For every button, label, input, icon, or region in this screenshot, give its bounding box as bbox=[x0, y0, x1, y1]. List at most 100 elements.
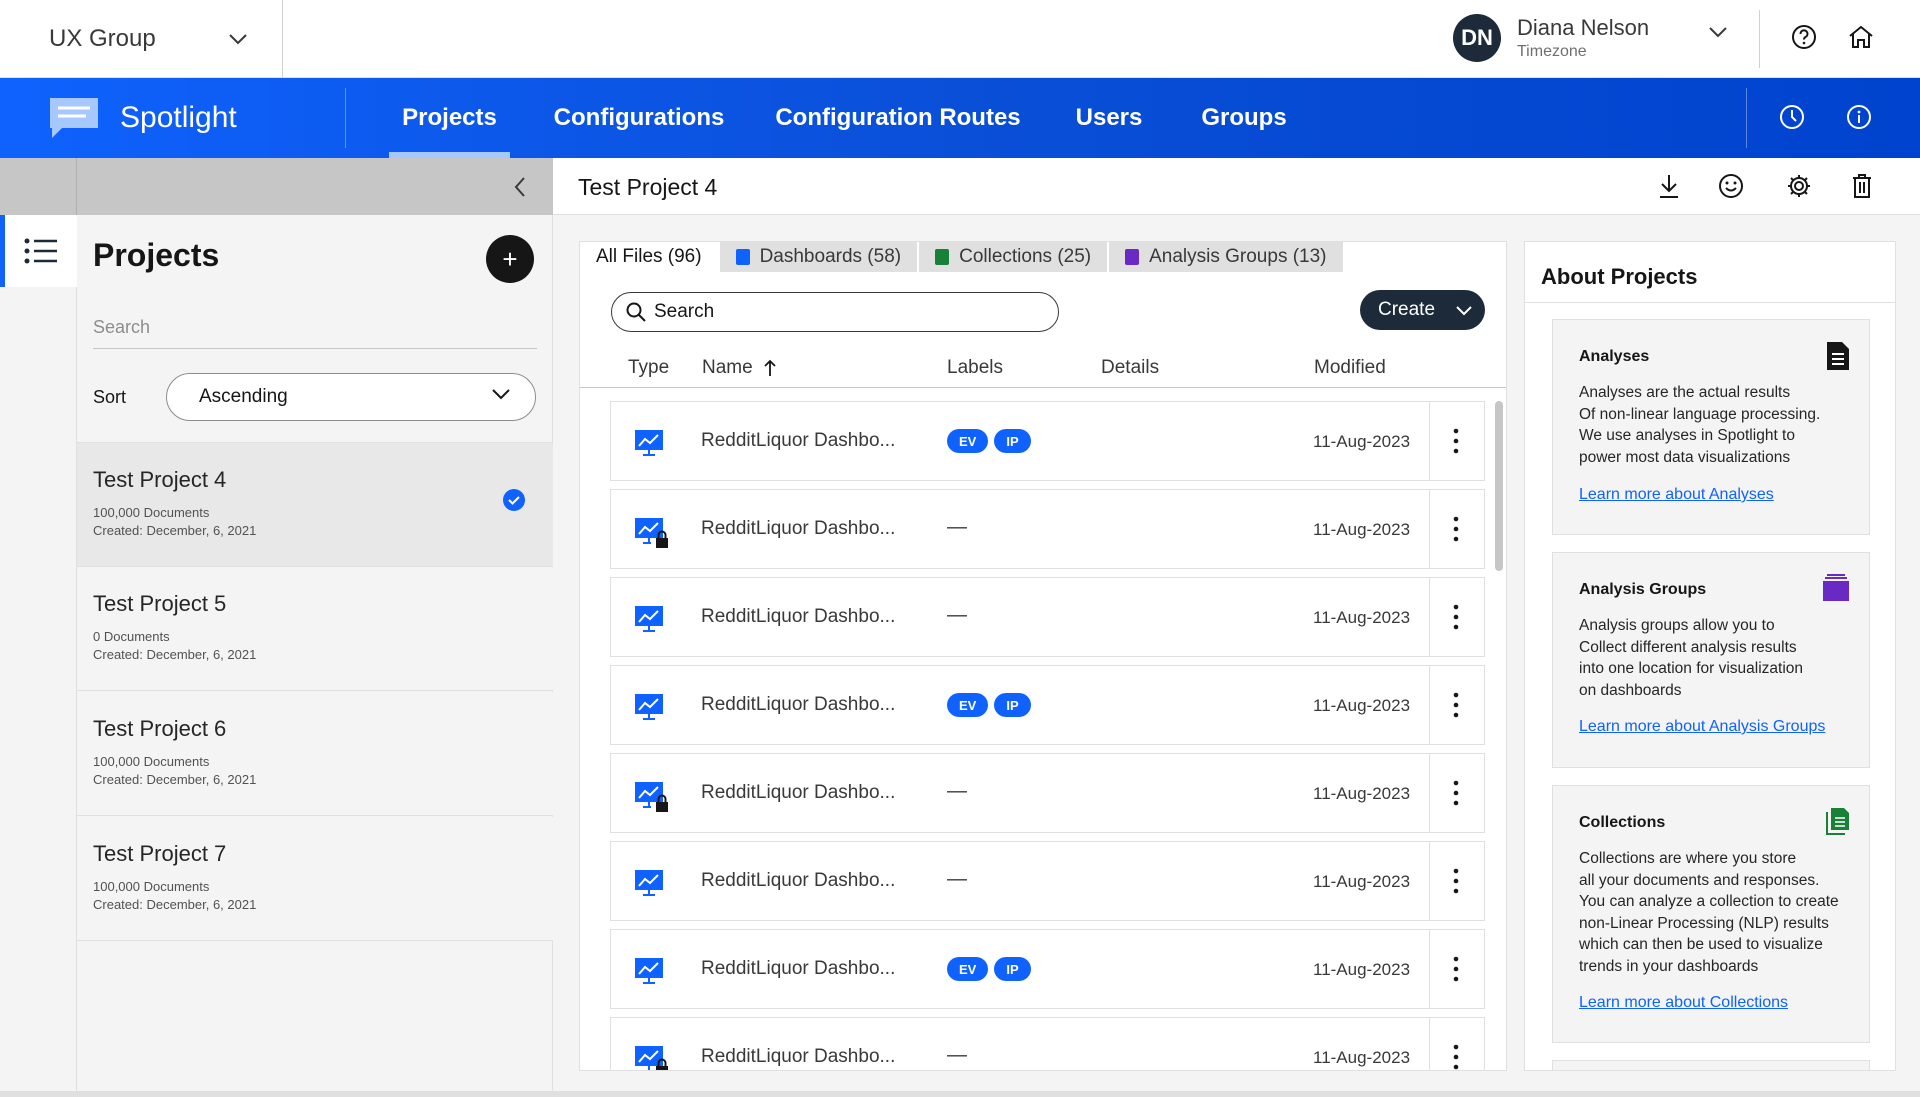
download-icon[interactable] bbox=[1657, 173, 1681, 199]
smiley-icon[interactable] bbox=[1718, 173, 1744, 199]
project-item[interactable]: Test Project 4 100,000 Documents Created… bbox=[77, 443, 553, 567]
learn-more-link[interactable]: Learn more about Analyses bbox=[1579, 486, 1774, 504]
modified-date: 11-Aug-2023 bbox=[1313, 608, 1411, 627]
row-menu[interactable] bbox=[1429, 930, 1484, 1008]
list-icon bbox=[24, 238, 57, 264]
row-menu[interactable] bbox=[1429, 578, 1484, 656]
overflow-menu-icon bbox=[1453, 780, 1459, 806]
row-menu[interactable] bbox=[1429, 666, 1484, 744]
chevron-left-icon[interactable] bbox=[513, 175, 527, 199]
overflow-menu-icon bbox=[1453, 516, 1459, 542]
row-menu[interactable] bbox=[1429, 402, 1484, 480]
chevron-down-icon bbox=[229, 33, 247, 44]
collection-icon bbox=[1826, 808, 1849, 835]
file-name: RedditLiquor Dashbo... bbox=[701, 958, 896, 979]
tab-collections[interactable]: Collections (25) bbox=[919, 242, 1110, 272]
project-item[interactable]: Test Project 6 100,000 Documents Created… bbox=[77, 692, 553, 816]
compass-icon[interactable] bbox=[1779, 104, 1805, 130]
chevron-down-icon[interactable] bbox=[1708, 26, 1728, 38]
file-name: RedditLiquor Dashbo... bbox=[701, 518, 896, 539]
top-bar: UX Group DN Diana Nelson Timezone bbox=[0, 0, 1920, 78]
sort-value: Ascending bbox=[199, 386, 288, 407]
table-row[interactable]: RedditLiquor Dashbo... — 11-Aug-2023 bbox=[610, 841, 1485, 921]
sort-select[interactable]: Ascending bbox=[166, 373, 536, 421]
overflow-menu-icon bbox=[1453, 956, 1459, 982]
tab-groups[interactable]: Groups bbox=[1194, 78, 1294, 158]
org-name: UX Group bbox=[49, 24, 156, 52]
info-card-collections: Collections Collections are where you st… bbox=[1552, 785, 1870, 1043]
collection-icon bbox=[935, 249, 950, 265]
brand[interactable]: Spotlight bbox=[46, 78, 237, 158]
label-pill[interactable]: EV bbox=[947, 693, 989, 717]
row-menu[interactable] bbox=[1429, 754, 1484, 832]
tab-analysis-groups[interactable]: Analysis Groups (13) bbox=[1109, 242, 1345, 272]
search-icon bbox=[626, 302, 646, 322]
dashboard-icon bbox=[635, 694, 663, 720]
info-icon[interactable] bbox=[1846, 104, 1872, 130]
help-icon[interactable] bbox=[1791, 24, 1817, 50]
table-row[interactable]: RedditLiquor Dashbo... — 11-Aug-2023 bbox=[610, 1017, 1485, 1070]
tab-configuration-routes[interactable]: Configuration Routes bbox=[770, 78, 1026, 158]
gear-icon[interactable] bbox=[1786, 173, 1812, 199]
main-nav: Spotlight Projects Configurations Config… bbox=[0, 78, 1920, 158]
spotlight-logo-icon bbox=[50, 98, 98, 138]
table-row[interactable]: RedditLiquor Dashbo... EV IP 11-Aug-2023 bbox=[610, 401, 1485, 481]
table-row[interactable]: RedditLiquor Dashbo... — 11-Aug-2023 bbox=[610, 577, 1485, 657]
tab-dashboards[interactable]: Dashboards (58) bbox=[719, 242, 920, 272]
table-row[interactable]: RedditLiquor Dashbo... — 11-Aug-2023 bbox=[610, 489, 1485, 569]
label-pill[interactable]: IP bbox=[994, 429, 1031, 453]
overflow-menu-icon bbox=[1453, 604, 1459, 630]
file-search-input[interactable]: Search bbox=[611, 292, 1059, 332]
labels: EV IP bbox=[947, 693, 1031, 717]
table-row[interactable]: RedditLiquor Dashbo... — 11-Aug-2023 bbox=[610, 753, 1485, 833]
home-icon[interactable] bbox=[1847, 24, 1875, 50]
column-modified[interactable]: Modified bbox=[1314, 357, 1386, 379]
locked-dashboard-icon bbox=[635, 518, 668, 548]
overflow-menu-icon bbox=[1453, 428, 1459, 454]
avatar: DN bbox=[1453, 14, 1501, 62]
column-type[interactable]: Type bbox=[628, 357, 669, 379]
project-item[interactable]: Test Project 5 0 Documents Created: Dece… bbox=[77, 567, 553, 691]
card-title: Collections bbox=[1579, 814, 1666, 831]
project-docs: 100,000 Documents bbox=[93, 879, 210, 894]
table-row[interactable]: RedditLiquor Dashbo... EV IP 11-Aug-2023 bbox=[610, 929, 1485, 1009]
label-pill[interactable]: EV bbox=[947, 429, 989, 453]
column-details[interactable]: Details bbox=[1101, 357, 1159, 379]
project-created: Created: December, 6, 2021 bbox=[93, 523, 257, 538]
label-pill[interactable]: IP bbox=[994, 957, 1031, 981]
file-list-scrollbar[interactable] bbox=[1495, 401, 1503, 571]
row-menu[interactable] bbox=[1429, 842, 1484, 920]
create-button[interactable]: Create bbox=[1360, 290, 1485, 330]
row-menu[interactable] bbox=[1429, 490, 1484, 568]
projects-panel: Projects + Search Sort Ascending Test Pr… bbox=[77, 215, 553, 1097]
project-header: Test Project 4 bbox=[553, 158, 1920, 215]
card-title: Analyses bbox=[1579, 348, 1650, 365]
row-menu[interactable] bbox=[1429, 1018, 1484, 1070]
side-rail bbox=[0, 215, 77, 1097]
column-labels[interactable]: Labels bbox=[947, 357, 1003, 379]
modified-date: 11-Aug-2023 bbox=[1313, 1048, 1411, 1067]
tab-configurations[interactable]: Configurations bbox=[548, 78, 730, 158]
org-switcher[interactable]: UX Group bbox=[0, 0, 283, 77]
label-pill[interactable]: IP bbox=[994, 693, 1031, 717]
about-panel: About Projects Analyses Analyses are the… bbox=[1524, 241, 1896, 1071]
file-name: RedditLiquor Dashbo... bbox=[701, 430, 896, 451]
label-pill[interactable]: EV bbox=[947, 957, 989, 981]
user-menu[interactable]: DN Diana Nelson Timezone bbox=[1453, 14, 1649, 62]
info-card-analyses: Analyses Analyses are the actual results… bbox=[1552, 319, 1870, 535]
file-name: RedditLiquor Dashbo... bbox=[701, 694, 896, 715]
learn-more-link[interactable]: Learn more about Analysis Groups bbox=[1579, 718, 1825, 736]
project-item[interactable]: Test Project 7 100,000 Documents Created… bbox=[77, 817, 553, 941]
tab-users[interactable]: Users bbox=[1064, 78, 1154, 158]
list-view-button[interactable] bbox=[0, 215, 77, 287]
learn-more-link[interactable]: Learn more about Collections bbox=[1579, 994, 1788, 1012]
column-name[interactable]: Name bbox=[702, 357, 777, 379]
labels: EV IP bbox=[947, 957, 1031, 981]
project-search-input[interactable]: Search bbox=[93, 313, 537, 349]
trash-icon[interactable] bbox=[1850, 173, 1874, 199]
tab-all-files[interactable]: All Files (96) bbox=[580, 242, 720, 272]
info-card-analysis-groups: Analysis Groups Analysis groups allow yo… bbox=[1552, 552, 1870, 768]
tab-projects[interactable]: Projects bbox=[389, 78, 510, 158]
add-project-button[interactable]: + bbox=[486, 235, 534, 283]
table-row[interactable]: RedditLiquor Dashbo... EV IP 11-Aug-2023 bbox=[610, 665, 1485, 745]
